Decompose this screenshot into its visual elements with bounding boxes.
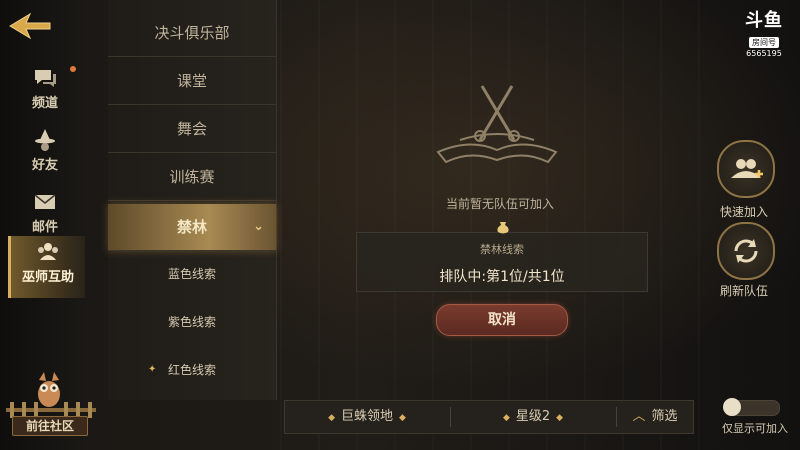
sidebar-item-label: 巫师互助 [21, 270, 74, 285]
wizard-hat-icon [35, 129, 55, 151]
crossed-wands-emblem-icon [436, 85, 558, 164]
only-joinable-label: 仅显示可加入 [722, 422, 788, 435]
star-level-label: 星级2 [515, 409, 551, 424]
sidebar-item-label: 邮件 [31, 220, 58, 235]
quick-join-icon [731, 159, 763, 178]
sidebar-item-wizard-help[interactable]: 巫师互助 [8, 236, 85, 298]
empty-state-text: 当前暂无队伍可加入 [445, 197, 554, 211]
diamond-icon: ◆ [328, 413, 335, 423]
diamond-icon: ◆ [399, 413, 406, 423]
star-level-filter[interactable]: ◆ 星级2 ◆ [451, 401, 615, 433]
clue-pouch-icon [497, 222, 509, 234]
douyu-logo: 斗鱼 房间号 6565195 [742, 10, 786, 59]
refresh-team-button[interactable] [717, 222, 775, 280]
category-duel-club[interactable]: 决斗俱乐部 [108, 10, 276, 57]
group-icon [38, 243, 58, 260]
envelope-icon [34, 194, 56, 209]
category-dance[interactable]: 舞会 [108, 106, 276, 153]
chevron-up-icon: ︿ [632, 409, 646, 424]
back-arrow-icon[interactable] [6, 8, 54, 44]
room-tag: 房间号 [749, 37, 779, 48]
filter-button-label: 筛选 [651, 409, 678, 424]
sidebar-item-channel[interactable]: 频道 [8, 62, 82, 120]
only-joinable-toggle[interactable] [723, 398, 780, 416]
category-label: 舞会 [176, 120, 207, 138]
sidebar-item-label: 好友 [31, 158, 58, 173]
left-sidebar: 频道 好友 邮件 巫师互助 前往社区 [0, 0, 96, 450]
queue-status-panel: 禁林线索 排队中:第1位/共1位 [356, 222, 648, 292]
category-label: 禁林 [176, 218, 207, 236]
sub-item-label: 紫色线索 [167, 315, 216, 329]
sidebar-item-label: 频道 [31, 96, 58, 111]
queue-status-text: 排队中:第1位/共1位 [439, 269, 565, 285]
cancel-button[interactable]: 取消 [436, 304, 568, 336]
quick-join-button[interactable] [717, 140, 775, 198]
sub-item-blue-clue[interactable]: 蓝色线索 [108, 254, 276, 294]
room-number: 6565195 [746, 49, 782, 58]
category-training[interactable]: 训练赛 [108, 154, 276, 201]
star-icon: ✦ [148, 364, 157, 375]
sub-item-label: 蓝色线索 [167, 267, 216, 281]
category-label: 训练赛 [169, 168, 215, 186]
community-button[interactable]: 前往社区 [6, 368, 96, 440]
logo-brand: 斗鱼 [745, 10, 783, 31]
chevron-down-icon: ⌄ [253, 219, 264, 234]
community-label: 前往社区 [12, 416, 88, 436]
category-panel: 决斗俱乐部 课堂 舞会 训练赛 禁林 ⌄ 蓝色线索 紫色线索 ✦ 红色线索 [108, 0, 277, 400]
sub-item-purple-clue[interactable]: 紫色线索 [108, 302, 276, 342]
toggle-knob[interactable] [723, 398, 741, 416]
notification-dot [70, 66, 76, 72]
region-filter-label: 巨蛛领地 [340, 409, 393, 424]
region-filter[interactable]: ◆ 巨蛛领地 ◆ [285, 401, 449, 433]
category-forbidden-forest[interactable]: 禁林 ⌄ [108, 204, 276, 251]
sub-item-label: 红色线索 [167, 363, 216, 377]
refresh-icon [734, 239, 758, 263]
queue-title: 禁林线索 [480, 243, 524, 256]
category-class[interactable]: 课堂 [108, 58, 276, 105]
refresh-team-label: 刷新队伍 [719, 284, 768, 298]
category-label: 课堂 [176, 72, 207, 90]
chat-bubble-icon [35, 70, 56, 87]
quick-join-label: 快速加入 [719, 205, 768, 219]
category-label: 决斗俱乐部 [154, 24, 230, 42]
filter-bar: ◆ 巨蛛领地 ◆ ◆ 星级2 ◆ ︿ 筛选 [284, 400, 694, 434]
diamond-icon: ◆ [556, 413, 564, 423]
filter-button[interactable]: ︿ 筛选 [617, 401, 693, 433]
diamond-icon: ◆ [502, 413, 510, 423]
sub-item-red-clue[interactable]: ✦ 红色线索 [108, 350, 276, 390]
sidebar-item-friends[interactable]: 好友 [8, 124, 82, 182]
